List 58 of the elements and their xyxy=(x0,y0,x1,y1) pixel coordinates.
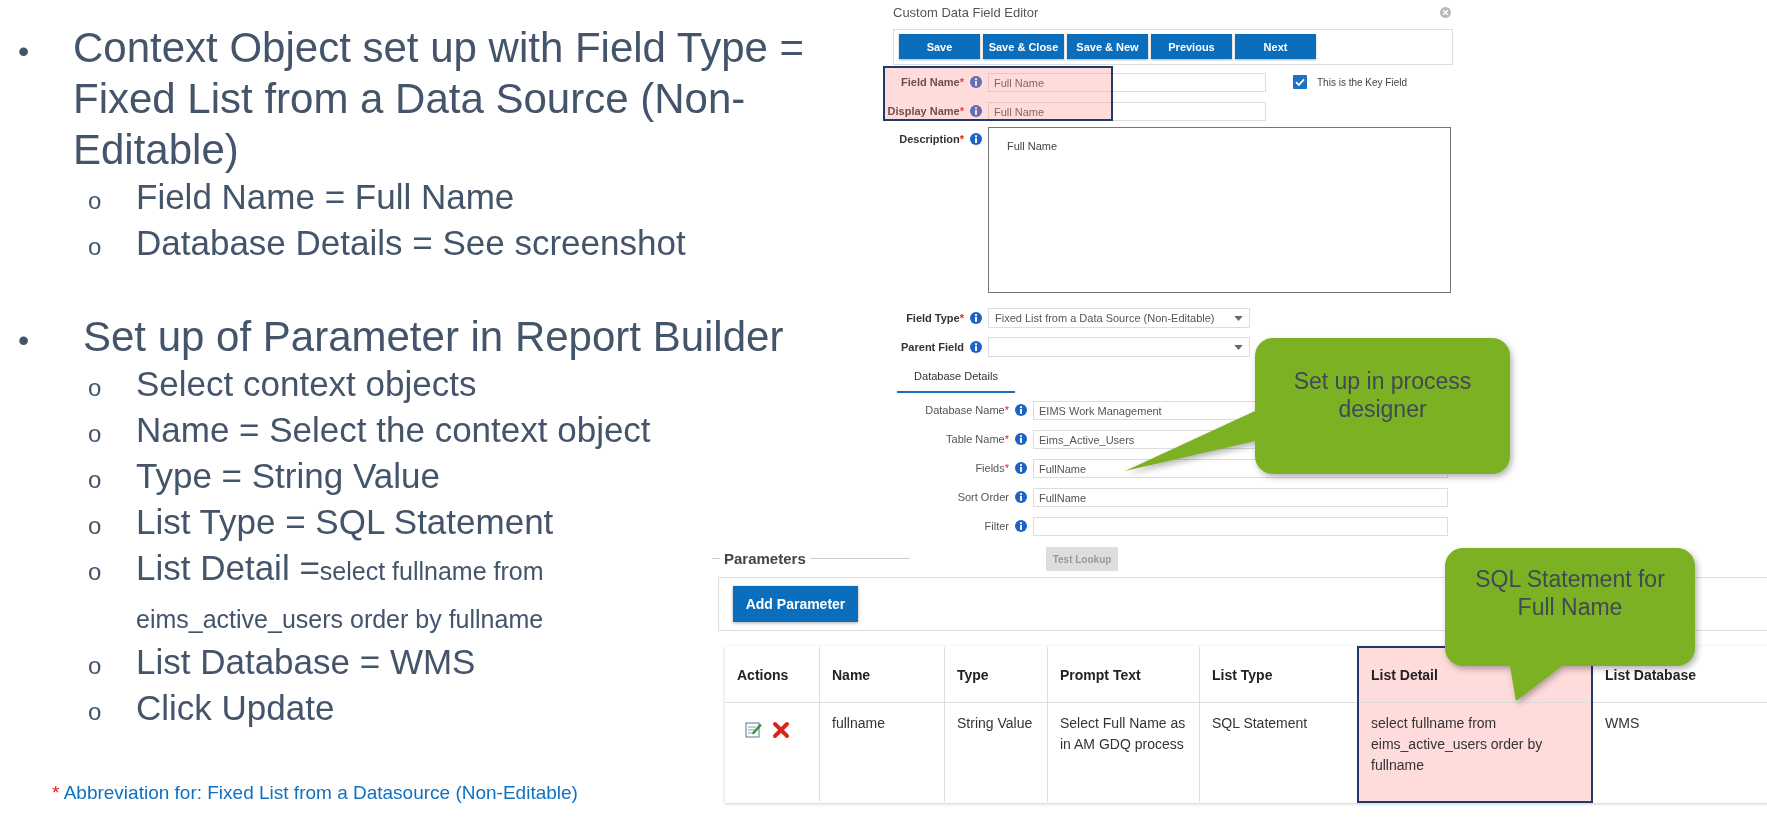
section-title: Parameters xyxy=(724,550,806,567)
sub-bullet-marker: o xyxy=(88,374,103,402)
text-field[interactable]: Full Name xyxy=(988,101,1266,121)
field-label: Field Name* xyxy=(900,76,964,88)
sub-bullet-marker: o xyxy=(88,233,103,261)
field-label: Field Type* xyxy=(905,312,964,324)
sub-bullet-text: Type = String Value xyxy=(136,455,441,497)
sub-bullet-marker: o xyxy=(88,698,103,726)
sub-bullet-text: Click Update xyxy=(136,687,336,729)
toolbar-button[interactable]: Save & New xyxy=(1067,34,1148,59)
sub-bullet-marker: o xyxy=(88,466,103,494)
sub-bullet-marker: o xyxy=(88,420,103,448)
sub-bullet-text: List Database = WMS xyxy=(136,641,477,683)
bullet-marker: • xyxy=(18,322,31,359)
table-cell: fullname xyxy=(819,702,945,802)
bullet-text: Context Object set up with Field Type = Fixed List from a Data Source (Non-Editable) xyxy=(73,23,806,175)
bullet-text: Set up of Parameter in Report Builder xyxy=(82,312,785,362)
field-label: Display Name* xyxy=(886,105,964,117)
sub-bullet-text: Name = Select the context object xyxy=(136,409,652,451)
toolbar-button[interactable]: Previous xyxy=(1151,34,1232,59)
checkbox-label: This is the Key Field xyxy=(1317,76,1408,88)
field-label: Parent Field xyxy=(900,341,964,353)
column-header: Type xyxy=(944,647,1048,703)
sub-bullet-marker: o xyxy=(88,187,103,215)
dropdown[interactable]: Fixed List from a Data Source (Non-Editable) xyxy=(988,308,1250,328)
table-cell: WMS xyxy=(1592,702,1767,802)
column-header: Prompt Text xyxy=(1047,647,1200,703)
field-label: Database Name* xyxy=(924,404,1009,416)
field-label: Fields* xyxy=(974,462,1009,474)
sub-bullet-marker: o xyxy=(88,558,103,586)
bullet-marker: • xyxy=(18,33,31,70)
sub-bullet-text: List Type = SQL Statement xyxy=(136,501,555,543)
toolbar-button[interactable]: Save xyxy=(899,34,980,59)
callout-text: SQL Statement for Full Name xyxy=(1474,565,1666,621)
sub-bullet-text: List Detail =select fullname from eims_active_users order by fullname xyxy=(136,547,545,635)
text-field[interactable]: FullName xyxy=(1033,487,1448,507)
sub-bullet-marker: o xyxy=(88,652,103,680)
sub-bullet-text: Field Name = Full Name xyxy=(136,176,516,218)
toolbar-button[interactable]: Save & Close xyxy=(983,34,1064,59)
table-cell: select fullname from eims_active_users order by fullname xyxy=(1358,702,1592,802)
toolbar-button[interactable]: Next xyxy=(1235,34,1316,59)
field-label: Description* xyxy=(898,133,964,145)
sub-bullet-text: Select context objects xyxy=(136,363,478,405)
dialog-title: Custom Data Field Editor xyxy=(893,4,1039,20)
column-header: Name xyxy=(819,647,945,703)
text-field[interactable]: Full Name xyxy=(988,72,1266,92)
field-label: Filter xyxy=(983,520,1009,532)
sub-bullet-marker: o xyxy=(88,512,103,540)
table-cell: Select Full Name as in AM GDQ process xyxy=(1047,702,1200,802)
column-header: Actions xyxy=(725,647,820,703)
table-cell: String Value xyxy=(944,702,1048,802)
add-parameter-button[interactable]: Add Parameter xyxy=(733,586,858,622)
description-field[interactable]: Full Name xyxy=(988,127,1451,293)
tab[interactable]: Database Details xyxy=(897,363,1015,393)
field-label: Table Name* xyxy=(945,433,1009,445)
footnote: * Abbreviation for: Fixed List from a Datasource (Non-Editable) xyxy=(52,782,578,804)
sub-bullet-text: Database Details = See screenshot xyxy=(136,222,687,264)
field-label: Sort Order xyxy=(956,491,1009,503)
